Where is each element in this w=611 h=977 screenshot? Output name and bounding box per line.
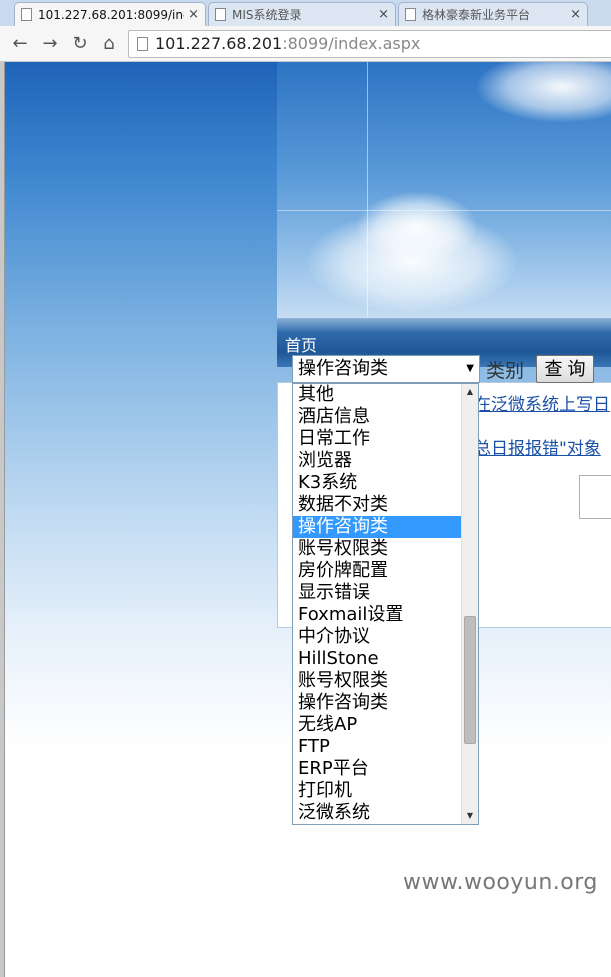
scroll-down-icon[interactable]: ▼ bbox=[462, 808, 478, 824]
address-bar[interactable]: 101.227.68.201:8099/index.aspx bbox=[128, 30, 611, 58]
dropdown-option[interactable]: 其他 bbox=[293, 384, 462, 406]
partial-input-box[interactable] bbox=[579, 475, 611, 519]
category-select[interactable]: 操作咨询类 ▼ bbox=[292, 355, 480, 383]
dropdown-option[interactable]: 无线AP bbox=[293, 714, 462, 736]
reload-icon[interactable]: ↻ bbox=[68, 32, 92, 56]
query-button[interactable]: 查 询 bbox=[536, 355, 594, 383]
dropdown-option[interactable]: FTP bbox=[293, 736, 462, 758]
back-arrow-icon[interactable]: ← bbox=[8, 32, 32, 56]
dropdown-option[interactable]: 账号权限类 bbox=[293, 538, 462, 560]
close-icon[interactable]: × bbox=[378, 7, 389, 22]
record-link[interactable]: 总日报报错"对象 bbox=[474, 434, 601, 459]
home-icon[interactable]: ⌂ bbox=[97, 32, 121, 56]
dropdown-option[interactable]: 打印机 bbox=[293, 780, 462, 802]
tab-mis-login[interactable]: MIS系统登录 × bbox=[208, 2, 396, 26]
page-icon bbox=[137, 37, 148, 51]
close-icon[interactable]: × bbox=[188, 7, 199, 22]
category-select-value: 操作咨询类 bbox=[298, 358, 388, 379]
dropdown-option[interactable]: 显示错误 bbox=[293, 582, 462, 604]
tab-active[interactable]: 101.227.68.201:8099/inc × bbox=[14, 2, 206, 26]
page-icon bbox=[21, 8, 32, 21]
dropdown-option[interactable]: ERP平台 bbox=[293, 758, 462, 780]
page-icon bbox=[405, 8, 416, 21]
scroll-up-icon[interactable]: ▲ bbox=[462, 384, 478, 400]
dropdown-options: 其他 酒店信息 日常工作 浏览器 K3系统 数据不对类 操作咨询类 账号权限类 房价牌配置 显示错… bbox=[293, 384, 462, 824]
tab-title: MIS系统登录 bbox=[232, 8, 302, 22]
dropdown-option[interactable]: 数据不对类 bbox=[293, 494, 462, 516]
tab-title: 格林豪泰新业务平台 bbox=[422, 8, 531, 22]
banner-line bbox=[277, 210, 611, 211]
banner-line bbox=[367, 62, 368, 317]
dropdown-option[interactable]: 账号权限类 bbox=[293, 670, 462, 692]
dropdown-option[interactable]: 中介协议 bbox=[293, 626, 462, 648]
watermark: www.wooyun.org bbox=[403, 870, 598, 895]
url-host: 101.227.68.201 bbox=[155, 34, 283, 53]
record-link[interactable]: 在泛微系统上写日 bbox=[474, 390, 610, 415]
menu-item-home[interactable]: 首页 bbox=[285, 332, 317, 356]
dropdown-option[interactable]: 日常工作 bbox=[293, 428, 462, 450]
scrollbar-thumb[interactable] bbox=[464, 616, 476, 744]
tab-title: 101.227.68.201:8099/inc bbox=[38, 7, 185, 22]
sky-banner bbox=[277, 62, 611, 317]
browser-nav-bar: ← → ↻ ⌂ 101.227.68.201:8099/index.aspx bbox=[0, 26, 611, 62]
dropdown-option[interactable]: 房价牌配置 bbox=[293, 560, 462, 582]
cloud bbox=[477, 62, 611, 122]
dropdown-option[interactable]: 浏览器 bbox=[293, 450, 462, 472]
dropdown-option[interactable]: 泛微系统 bbox=[293, 802, 462, 824]
browser-tab-bar: 101.227.68.201:8099/inc × MIS系统登录 × 格林豪泰… bbox=[0, 0, 611, 26]
dropdown-option[interactable]: 操作咨询类 bbox=[293, 516, 462, 538]
tab-business-platform[interactable]: 格林豪泰新业务平台 × bbox=[398, 2, 588, 26]
page-icon bbox=[215, 8, 226, 21]
category-dropdown-list[interactable]: 其他 酒店信息 日常工作 浏览器 K3系统 数据不对类 操作咨询类 账号权限类 房价牌配置 显示错… bbox=[292, 383, 479, 825]
dropdown-option[interactable]: HillStone bbox=[293, 648, 462, 670]
dropdown-scrollbar[interactable]: ▲ ▼ bbox=[461, 384, 478, 824]
url-path: :8099/index.aspx bbox=[282, 34, 421, 53]
dropdown-option[interactable]: K3系统 bbox=[293, 472, 462, 494]
close-icon[interactable]: × bbox=[570, 7, 581, 22]
dropdown-option[interactable]: 操作咨询类 bbox=[293, 692, 462, 714]
cloud bbox=[357, 192, 477, 262]
dropdown-arrow-icon[interactable]: ▼ bbox=[466, 356, 474, 382]
left-frame-edge bbox=[0, 62, 5, 977]
forward-arrow-icon[interactable]: → bbox=[38, 32, 62, 56]
category-label: 类别 bbox=[486, 360, 525, 382]
dropdown-option[interactable]: Foxmail设置 bbox=[293, 604, 462, 626]
dropdown-option[interactable]: 酒店信息 bbox=[293, 406, 462, 428]
